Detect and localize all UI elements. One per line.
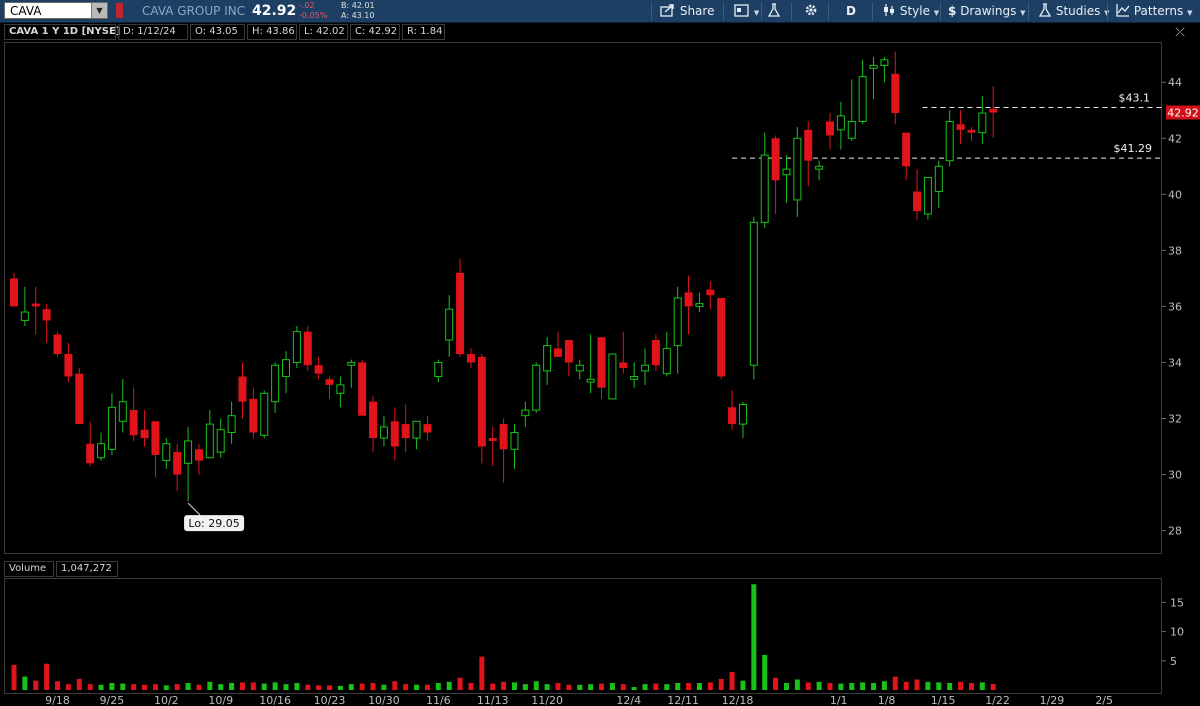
date-tick-label: 11/6 — [426, 694, 451, 706]
flask-icon — [1038, 3, 1052, 17]
last-price-tag — [1166, 105, 1200, 120]
date-tick-label: 9/25 — [100, 694, 125, 706]
close-value: C: 42.92 — [350, 24, 400, 40]
date-tick-label: 11/20 — [531, 694, 563, 706]
volume-title: Volume — [4, 561, 54, 577]
chart-settings-button[interactable]: ▼ — [734, 0, 759, 22]
price-tick-label: 36 — [1168, 300, 1182, 313]
flask-button[interactable] — [767, 0, 781, 22]
studies-label: Studies — [1055, 4, 1101, 18]
red-flag-icon[interactable] — [116, 3, 123, 18]
price-tick-label: 32 — [1168, 412, 1182, 425]
pattern-chart-icon — [1116, 4, 1130, 17]
price-tick-label: 38 — [1168, 244, 1182, 257]
bar-date: D: 1/12/24 — [118, 24, 188, 40]
caret-icon: ▼ — [933, 9, 940, 17]
dollar-pen-icon: $ — [948, 4, 957, 18]
price-tick-label: 40 — [1168, 188, 1182, 201]
date-tick-label: 1/1 — [830, 694, 848, 706]
price-tick-label: 34 — [1168, 356, 1182, 369]
bid-value: B: 42.01 — [341, 1, 375, 10]
date-tick-label: 10/2 — [154, 694, 179, 706]
top-toolbar: CAVA ▼ CAVA GROUP INC 42.92 -.02 -0.05% … — [0, 0, 1200, 23]
period-button[interactable]: D — [846, 0, 856, 22]
open-value: O: 43.05 — [190, 24, 245, 40]
collapse-icon[interactable]: ⤫ — [1171, 24, 1189, 40]
bid-ask: B: 42.01 A: 43.10 — [341, 1, 375, 21]
flask-icon — [767, 3, 781, 17]
toolbar-divider — [940, 2, 941, 20]
toolbar-divider — [1028, 2, 1029, 20]
date-tick-label: 1/29 — [1040, 694, 1065, 706]
toolbar-divider — [723, 2, 724, 20]
date-tick-label: 12/18 — [722, 694, 754, 706]
patterns-label: Patterns — [1133, 4, 1184, 18]
style-label: Style — [899, 4, 930, 18]
price-tick-label: 42 — [1168, 132, 1182, 145]
price-tick-label: 30 — [1168, 469, 1182, 482]
caret-icon: ▼ — [1020, 9, 1026, 17]
price-tick-label: 44 — [1168, 76, 1182, 89]
date-tick-label: 9/18 — [45, 694, 70, 706]
high-value: H: 43.86 — [247, 24, 297, 40]
toolbar-divider — [1107, 2, 1108, 20]
chevron-down-icon[interactable]: ▼ — [91, 3, 107, 18]
patterns-button[interactable]: Patterns ▼ — [1116, 0, 1192, 22]
drawings-label: Drawings — [960, 4, 1017, 18]
date-tick-label: 10/16 — [259, 694, 291, 706]
volume-value: 1,047,272 — [56, 561, 118, 577]
date-tick-label: 12/4 — [616, 694, 641, 706]
symbol-input-value: CAVA — [10, 4, 42, 18]
date-tick-label: 1/15 — [931, 694, 956, 706]
share-button[interactable]: Share — [660, 0, 714, 22]
toolbar-divider — [872, 2, 873, 20]
date-tick-label: 2/5 — [1095, 694, 1113, 706]
price-panel[interactable] — [4, 42, 1162, 554]
symbol-input[interactable]: CAVA ▼ — [4, 2, 108, 19]
last-price: 42.92 — [252, 3, 297, 19]
toolbar-divider — [761, 2, 762, 20]
volume-panel[interactable] — [4, 578, 1162, 694]
period-label: D — [846, 4, 856, 18]
share-label: Share — [679, 4, 715, 18]
price-tick-label: 28 — [1168, 525, 1182, 538]
toolbar-divider — [791, 2, 792, 20]
date-tick-label: 12/11 — [667, 694, 699, 706]
low-value: L: 42.02 — [299, 24, 348, 40]
drawings-button[interactable]: $ Drawings ▼ — [948, 0, 1026, 22]
studies-button[interactable]: Studies ▼ — [1038, 0, 1110, 22]
toolbar-divider — [651, 2, 652, 20]
volume-tick-label: 5 — [1170, 655, 1177, 668]
date-tick-label: 11/13 — [477, 694, 509, 706]
caret-icon: ▼ — [753, 9, 760, 17]
date-tick-label: 10/9 — [208, 694, 233, 706]
candlestick-icon — [884, 4, 894, 16]
settings-button[interactable] — [804, 0, 818, 22]
date-tick-label: 10/30 — [368, 694, 400, 706]
range-value: R: 1.84 — [402, 24, 445, 40]
company-name: CAVA GROUP INC — [142, 4, 246, 18]
change-value: -.02 — [299, 1, 315, 10]
date-tick-label: 1/22 — [985, 694, 1010, 706]
gear-icon — [805, 4, 817, 16]
share-icon — [660, 4, 674, 17]
price-change: -.02 -0.05% — [299, 1, 327, 21]
chart-title: CAVA 1 Y 1D [NYSE] — [4, 24, 120, 40]
last-price-tag-label: 42.92 — [1167, 106, 1199, 119]
volume-tick-label: 15 — [1170, 596, 1184, 609]
date-tick-label: 1/8 — [878, 694, 896, 706]
volume-tick-label: 10 — [1170, 626, 1184, 639]
change-percent: -0.05% — [299, 11, 328, 20]
caret-icon: ▼ — [1187, 9, 1193, 17]
toolbar-divider — [828, 2, 829, 20]
calendar-icon — [734, 4, 749, 17]
date-tick-label: 10/23 — [314, 694, 346, 706]
style-button[interactable]: Style ▼ — [882, 0, 939, 22]
ask-value: A: 43.10 — [341, 11, 375, 20]
